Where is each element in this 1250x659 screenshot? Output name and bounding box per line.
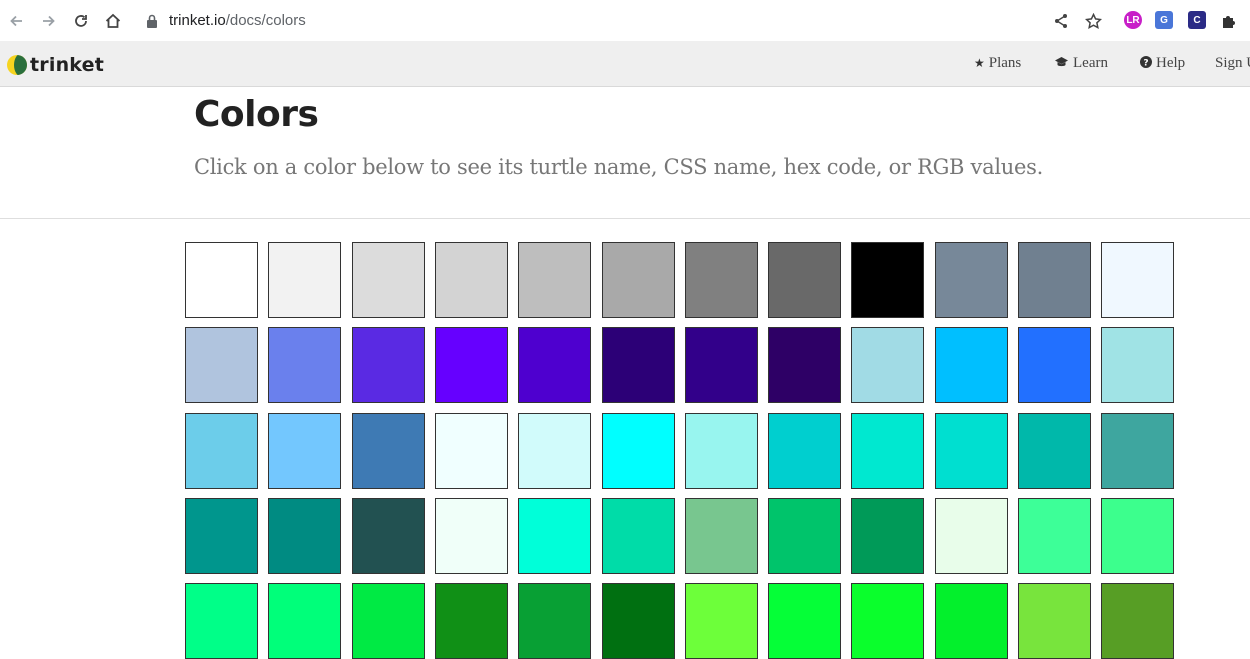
color-swatch[interactable]: [602, 498, 675, 574]
color-swatch[interactable]: [935, 498, 1008, 574]
color-swatch[interactable]: [268, 242, 341, 318]
color-swatch[interactable]: [935, 327, 1008, 403]
nav-learn[interactable]: Learn: [1054, 55, 1108, 72]
color-swatch[interactable]: [435, 498, 508, 574]
color-swatch[interactable]: [185, 413, 258, 489]
extension-icon[interactable]: LR: [1124, 11, 1142, 29]
color-swatch[interactable]: [685, 413, 758, 489]
nav-plans-label: Plans: [988, 55, 1022, 71]
color-swatch[interactable]: [1101, 327, 1174, 403]
color-swatch[interactable]: [1018, 583, 1091, 659]
color-swatch[interactable]: [518, 498, 591, 574]
logo-text: trinket: [30, 54, 104, 76]
site-navbar: trinket ★ Plans Learn ? Help Sign U: [0, 41, 1250, 87]
nav-plans[interactable]: ★ Plans: [974, 55, 1021, 72]
color-swatch[interactable]: [1101, 498, 1174, 574]
graduation-cap-icon: [1054, 56, 1069, 72]
color-swatch[interactable]: [1018, 242, 1091, 318]
color-swatch[interactable]: [185, 327, 258, 403]
color-swatch[interactable]: [851, 327, 924, 403]
color-swatch[interactable]: [768, 583, 841, 659]
url-host: trinket.io: [169, 12, 226, 29]
extension-c-icon[interactable]: C: [1188, 11, 1206, 29]
color-swatch[interactable]: [935, 413, 1008, 489]
color-swatch[interactable]: [768, 242, 841, 318]
back-icon[interactable]: [6, 10, 28, 32]
lock-icon: [147, 14, 157, 28]
logo-mark-icon: [7, 55, 27, 75]
color-swatch[interactable]: [1018, 498, 1091, 574]
color-swatch[interactable]: [352, 413, 425, 489]
color-swatch[interactable]: [435, 242, 508, 318]
color-swatch[interactable]: [685, 327, 758, 403]
color-swatch[interactable]: [185, 242, 258, 318]
page-subtitle: Click on a color below to see its turtle…: [194, 155, 1043, 179]
section-divider: [0, 218, 1250, 219]
color-swatch[interactable]: [518, 242, 591, 318]
color-swatch[interactable]: [518, 327, 591, 403]
translate-extension-icon[interactable]: G: [1155, 11, 1173, 29]
color-swatch[interactable]: [851, 583, 924, 659]
color-swatch[interactable]: [352, 583, 425, 659]
question-circle-icon: ?: [1140, 55, 1152, 72]
color-swatch[interactable]: [518, 413, 591, 489]
color-swatch[interactable]: [768, 413, 841, 489]
color-swatch[interactable]: [768, 498, 841, 574]
color-swatch[interactable]: [268, 327, 341, 403]
color-swatch[interactable]: [602, 242, 675, 318]
color-swatch[interactable]: [352, 498, 425, 574]
color-swatch[interactable]: [685, 498, 758, 574]
color-swatch[interactable]: [352, 327, 425, 403]
color-swatch[interactable]: [268, 498, 341, 574]
color-swatch[interactable]: [1018, 413, 1091, 489]
color-swatch[interactable]: [185, 498, 258, 574]
share-icon[interactable]: [1050, 10, 1072, 32]
color-swatch[interactable]: [935, 242, 1008, 318]
url-path: /docs/colors: [225, 12, 306, 29]
color-swatch[interactable]: [768, 327, 841, 403]
color-swatch[interactable]: [685, 242, 758, 318]
color-swatch[interactable]: [435, 327, 508, 403]
color-swatch[interactable]: [602, 413, 675, 489]
page-title: Colors: [194, 94, 319, 135]
color-swatch[interactable]: [935, 583, 1008, 659]
color-swatch[interactable]: [1018, 327, 1091, 403]
color-swatch[interactable]: [851, 242, 924, 318]
color-swatch[interactable]: [685, 583, 758, 659]
color-swatch[interactable]: [602, 583, 675, 659]
color-swatch[interactable]: [1101, 413, 1174, 489]
color-swatch[interactable]: [1101, 583, 1174, 659]
puzzle-extensions-icon[interactable]: [1218, 10, 1240, 32]
nav-signup-label: Sign U: [1215, 55, 1250, 71]
color-swatch[interactable]: [352, 242, 425, 318]
nav-help-label: Help: [1156, 55, 1186, 71]
color-swatch[interactable]: [435, 583, 508, 659]
nav-learn-label: Learn: [1073, 55, 1108, 71]
color-swatch[interactable]: [851, 498, 924, 574]
nav-help[interactable]: ? Help: [1140, 55, 1185, 72]
color-swatch[interactable]: [518, 583, 591, 659]
nav-signup[interactable]: Sign U: [1215, 55, 1250, 72]
color-swatch[interactable]: [268, 583, 341, 659]
home-icon[interactable]: [102, 10, 124, 32]
svg-text:?: ?: [1143, 58, 1148, 68]
color-swatch[interactable]: [185, 583, 258, 659]
color-swatch[interactable]: [1101, 242, 1174, 318]
star-icon: ★: [974, 56, 985, 70]
bookmark-star-icon[interactable]: [1082, 10, 1104, 32]
reload-icon[interactable]: [70, 10, 92, 32]
color-swatch[interactable]: [435, 413, 508, 489]
forward-icon[interactable]: [37, 10, 59, 32]
color-swatch[interactable]: [268, 413, 341, 489]
color-swatch[interactable]: [602, 327, 675, 403]
address-bar[interactable]: trinket.io/docs/colors: [140, 5, 1100, 36]
color-swatch[interactable]: [851, 413, 924, 489]
browser-toolbar: trinket.io/docs/colors LR G C: [0, 0, 1250, 42]
trinket-logo[interactable]: trinket: [7, 54, 104, 76]
